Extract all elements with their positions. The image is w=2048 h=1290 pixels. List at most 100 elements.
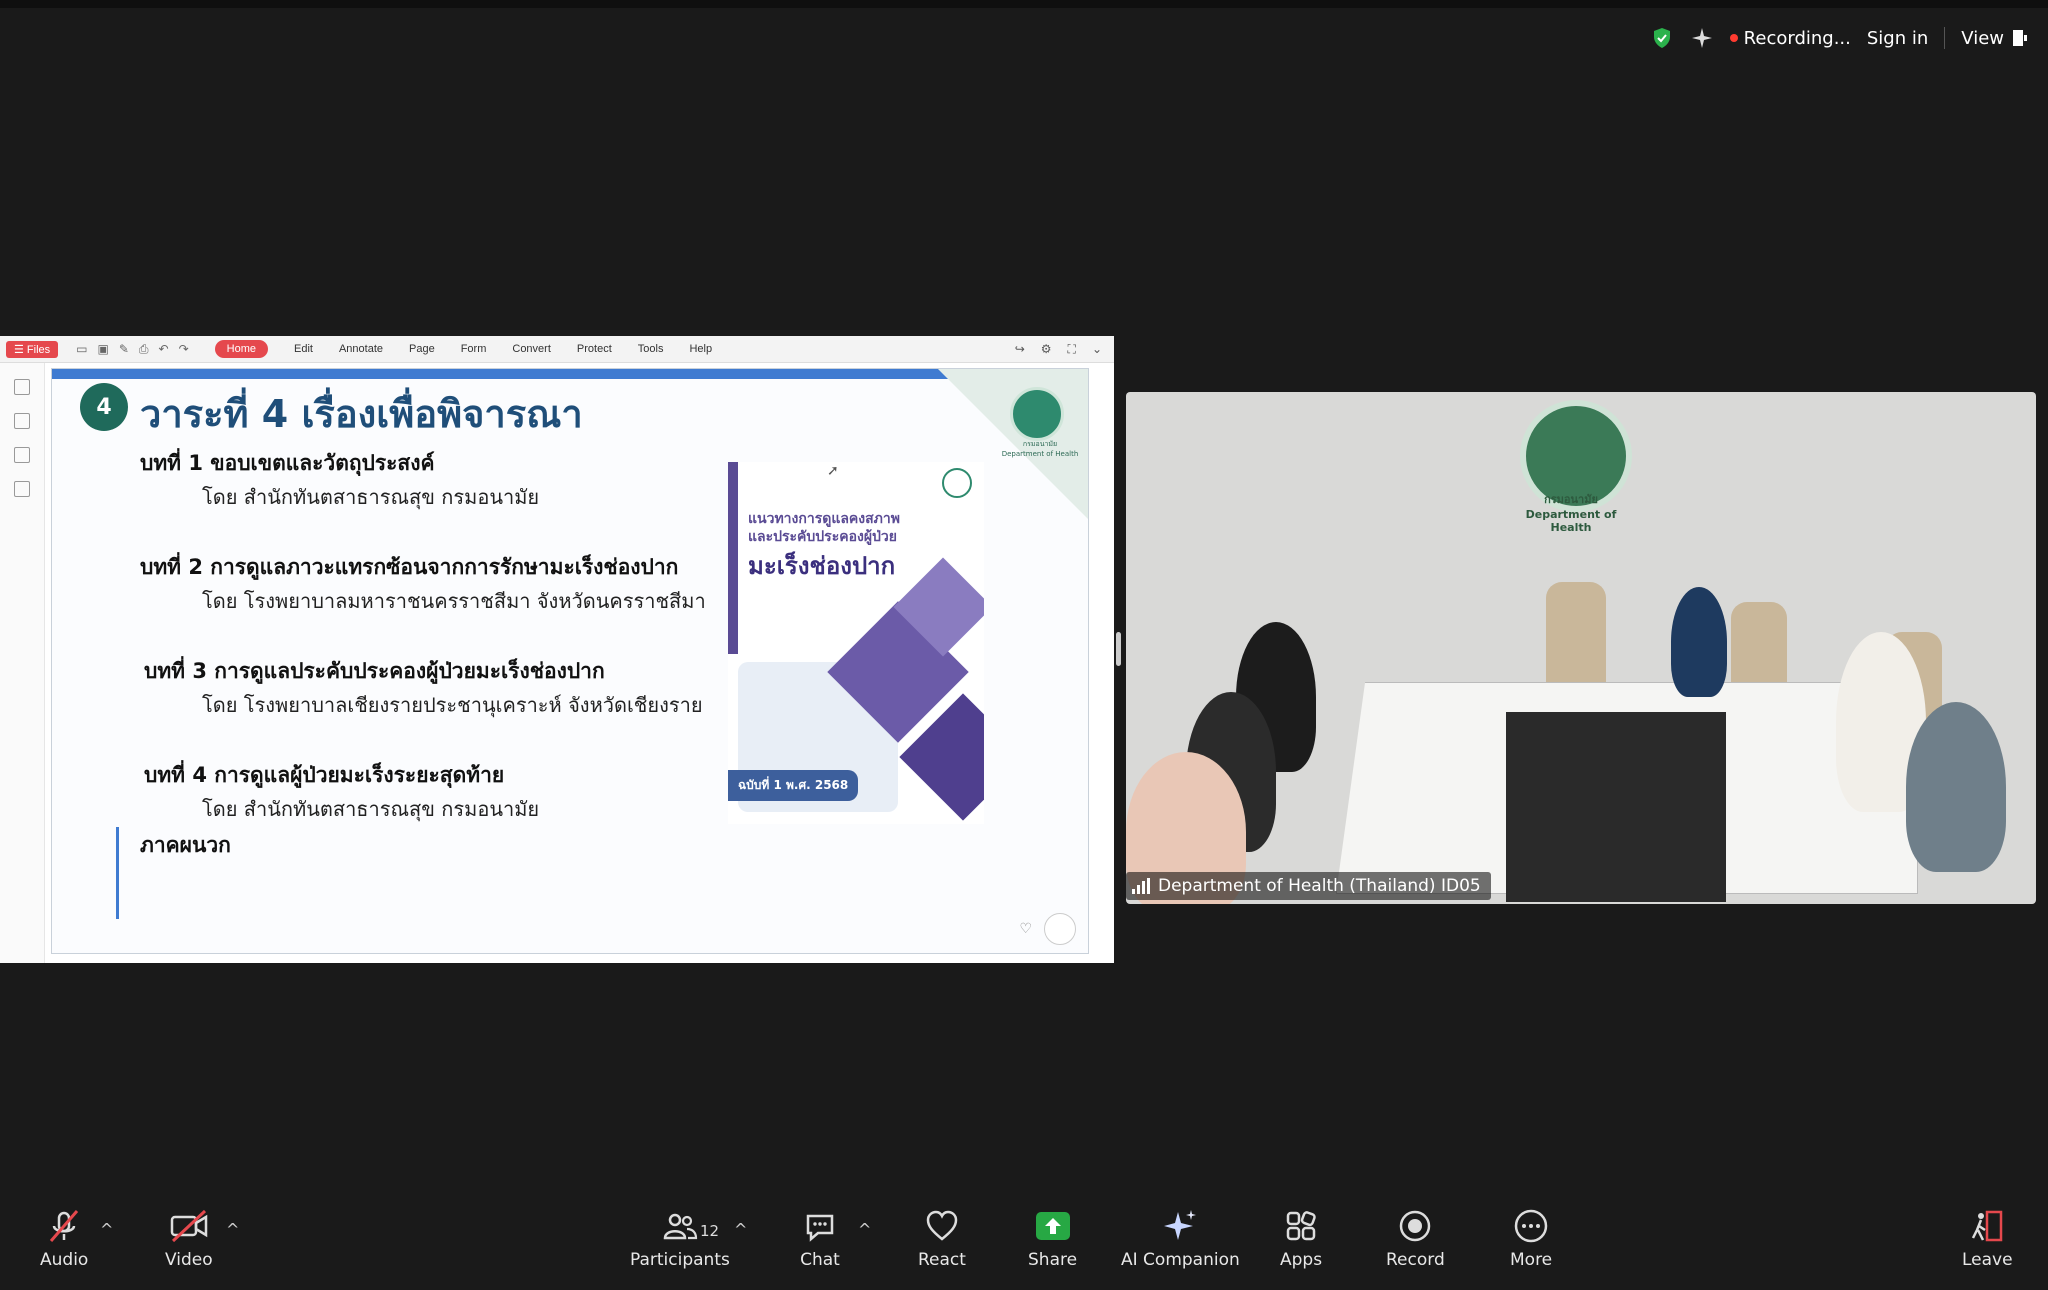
pdf-toolbar: ☰ Files ▭ ▣ ✎ ⎙ ↶ ↷ Home Edit Annotate P…: [0, 336, 1114, 363]
menu-tools[interactable]: Tools: [638, 343, 664, 355]
chapter-4-author: โดย สำนักทันตสาธารณสุข กรมอนามัย: [202, 797, 540, 821]
undo-icon[interactable]: ↶: [159, 342, 169, 357]
menu-protect[interactable]: Protect: [577, 343, 612, 355]
ai-sparkle-icon[interactable]: [1690, 26, 1714, 50]
slide-footer-icons: ♡: [1019, 913, 1076, 945]
attachment-icon[interactable]: [14, 481, 30, 497]
open-icon[interactable]: ▭: [76, 342, 87, 357]
view-button[interactable]: View: [1961, 28, 2028, 49]
book-edition-badge: ฉบับที่ 1 พ.ศ. 2568: [728, 770, 859, 801]
chevron-down-icon[interactable]: ⌄: [1092, 342, 1102, 357]
encryption-shield-icon[interactable]: [1650, 26, 1674, 50]
chapter-3-title: บทที่ 3 การดูแลประคับประคองผู้ป่วยมะเร็ง…: [144, 659, 605, 683]
book-cover-title: แนวทางการดูแลคงสภาพ และประคับประคองผู้ป่ว…: [748, 511, 900, 545]
menu-annotate[interactable]: Annotate: [339, 343, 383, 355]
share-out-icon[interactable]: ↪: [1015, 342, 1025, 357]
microphone-muted-icon: [50, 1210, 79, 1242]
meeting-controls: Audio ^ Video ^ Participants 12 ^ Chat ^: [0, 1190, 2048, 1290]
window-top-edge: [0, 0, 2048, 8]
more-label: More: [1510, 1250, 1553, 1270]
chair-1: [1546, 582, 1606, 692]
menu-page[interactable]: Page: [409, 343, 435, 355]
menu-convert[interactable]: Convert: [512, 343, 551, 355]
redo-icon[interactable]: ↷: [179, 342, 189, 357]
presentation-slide: กรมอนามัย Department of Health 4 วาระที่ …: [51, 368, 1089, 954]
recording-indicator[interactable]: Recording...: [1729, 28, 1851, 49]
shared-screen[interactable]: ☰ Files ▭ ▣ ✎ ⎙ ↶ ↷ Home Edit Annotate P…: [0, 336, 1114, 963]
share-button[interactable]: Share: [1028, 1206, 1077, 1270]
book-cover-stripe: [728, 462, 738, 654]
video-off-icon: [170, 1209, 208, 1243]
apps-button[interactable]: Apps: [1280, 1206, 1322, 1270]
record-button[interactable]: Record: [1386, 1206, 1445, 1270]
share-label: Share: [1028, 1250, 1078, 1270]
sign-in-button[interactable]: Sign in: [1867, 28, 1928, 49]
signal-bars-icon: [1132, 878, 1150, 894]
files-button[interactable]: ☰ Files: [6, 340, 59, 358]
ai-companion-button[interactable]: AI Companion: [1121, 1206, 1240, 1270]
slide-title: วาระที่ 4 เรื่องเพื่อพิจารณา: [140, 392, 583, 436]
chat-label: Chat: [800, 1250, 840, 1270]
audio-options-chevron-icon[interactable]: ^: [100, 1220, 113, 1239]
video-button[interactable]: Video: [165, 1206, 213, 1270]
wall-logo-caption: กรมอนามัย Department of Health: [1525, 493, 1617, 534]
participant-name: Department of Health (Thailand) ID05: [1158, 876, 1481, 896]
video-label: Video: [165, 1250, 213, 1270]
participants-icon: [663, 1213, 698, 1240]
chapter-2-title: บทที่ 2 การดูแลภาวะแทรกซ้อนจากการรักษามะ…: [140, 555, 679, 579]
apps-grid-icon: [1286, 1211, 1316, 1241]
ministry-logo-caption: กรมอนามัย Department of Health: [1001, 440, 1079, 458]
comment-icon[interactable]: [14, 447, 30, 463]
apps-label: Apps: [1280, 1250, 1323, 1270]
mouse-cursor-icon: ➚: [827, 463, 839, 479]
react-label: React: [918, 1250, 966, 1270]
chat-bubble-icon[interactable]: [1044, 913, 1076, 945]
chapter-2-author: โดย โรงพยาบาลมหาราชนครราชสีมา จังหวัดนคร…: [202, 589, 706, 613]
menu-help[interactable]: Help: [689, 343, 712, 355]
ministry-logo-icon: [1010, 387, 1064, 441]
menu-edit[interactable]: Edit: [294, 343, 313, 355]
fullscreen-icon[interactable]: ⛶: [1068, 342, 1076, 357]
leave-button[interactable]: Leave: [1962, 1206, 2013, 1270]
pdf-menu: Home Edit Annotate Page Form Convert Pro…: [214, 340, 712, 358]
pdf-toolbar-right: ↪ ⚙ ⛶ ⌄: [1015, 342, 1102, 357]
chapter-1-author: โดย สำนักทันตสาธารณสุข กรมอนามัย: [202, 485, 540, 509]
footer-logo-icon: ♡: [1019, 921, 1032, 937]
settings-icon[interactable]: ⚙: [1041, 342, 1052, 357]
ai-companion-sparkle-icon: [1164, 1210, 1197, 1240]
book-cover-main-title: มะเร็งช่องปาก: [748, 552, 896, 580]
split-resize-handle[interactable]: [1116, 632, 1121, 666]
chat-icon: [806, 1214, 834, 1242]
edit-icon[interactable]: ✎: [119, 342, 129, 357]
chat-options-chevron-icon[interactable]: ^: [858, 1220, 871, 1239]
save-icon[interactable]: ▣: [98, 342, 109, 357]
bookmark-icon[interactable]: [14, 379, 30, 395]
agenda-number: 4: [80, 383, 128, 431]
participants-label: Participants: [630, 1250, 730, 1270]
video-options-chevron-icon[interactable]: ^: [226, 1220, 239, 1239]
pages-icon[interactable]: [14, 413, 30, 429]
react-button[interactable]: React: [918, 1206, 966, 1270]
recording-dot-icon: [1729, 34, 1738, 42]
person-center: [1671, 587, 1727, 697]
table-center-panel: [1506, 712, 1726, 902]
chat-button[interactable]: Chat: [800, 1206, 840, 1270]
share-screen-icon: [1035, 1212, 1070, 1240]
book-cover-image: แนวทางการดูแลคงสภาพ และประคับประคองผู้ป่ว…: [728, 462, 984, 824]
audio-button[interactable]: Audio: [40, 1206, 88, 1270]
participant-video-tile[interactable]: กรมอนามัย Department of Health Department…: [1126, 392, 2036, 904]
participants-options-chevron-icon[interactable]: ^: [734, 1220, 747, 1239]
meeting-status-bar: Recording... Sign in View: [1650, 26, 2028, 50]
top-divider: [1944, 27, 1946, 49]
menu-home[interactable]: Home: [214, 340, 268, 358]
menu-form[interactable]: Form: [461, 343, 487, 355]
participant-name-tag: Department of Health (Thailand) ID05: [1126, 872, 1491, 900]
slide-top-stripe: [52, 369, 1088, 379]
ai-companion-label: AI Companion: [1121, 1250, 1240, 1270]
record-icon: [1400, 1210, 1431, 1242]
leave-door-icon: [1972, 1210, 2003, 1242]
more-button[interactable]: More: [1510, 1206, 1552, 1270]
quick-tools: ▭ ▣ ✎ ⎙ ↶ ↷: [76, 342, 188, 357]
appendix-title: ภาคผนวก: [140, 833, 231, 857]
print-icon[interactable]: ⎙: [139, 342, 149, 357]
